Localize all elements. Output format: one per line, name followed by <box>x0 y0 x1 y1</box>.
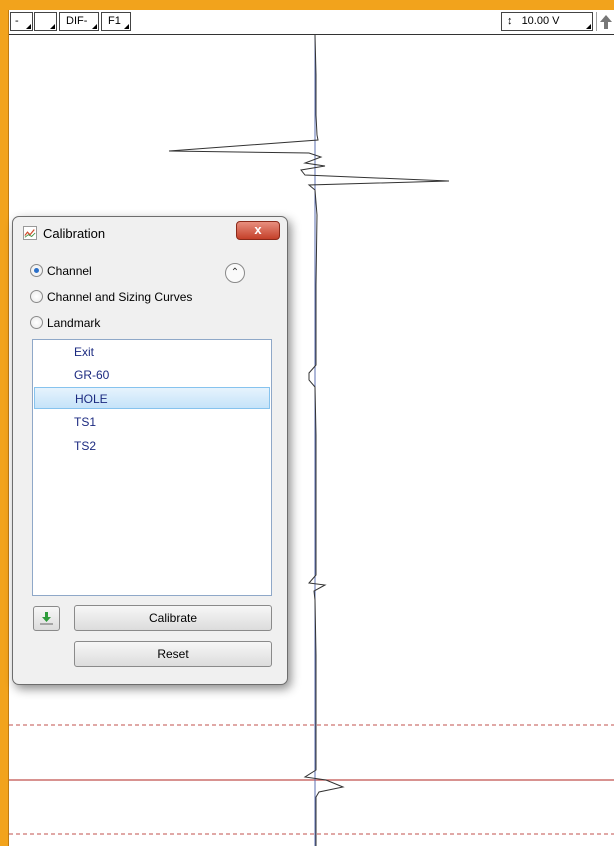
dropdown-corner-icon <box>92 24 97 29</box>
download-button[interactable] <box>33 606 60 631</box>
calibrate-button[interactable]: Calibrate <box>74 605 272 631</box>
chevron-up-icon: ⌃ <box>230 267 240 278</box>
radio-button[interactable] <box>30 316 43 329</box>
list-item-label: TS1 <box>74 415 97 429</box>
vertical-scale-icon: ↕ <box>507 15 513 27</box>
calibration-dialog: Calibration x Channel ⌃ Channel and Sizi… <box>12 216 288 685</box>
dropdown-corner-icon <box>50 24 55 29</box>
channel-list[interactable]: Exit GR-60 HOLE TS1 TS2 <box>32 339 272 596</box>
dropdown-corner-icon <box>26 24 31 29</box>
radio-landmark-label: Landmark <box>47 316 101 330</box>
radio-button-checked[interactable] <box>30 264 43 277</box>
reset-button[interactable]: Reset <box>74 641 272 667</box>
list-item[interactable]: GR-60 <box>33 364 271 386</box>
toolbar-field-4-label: F1 <box>108 15 121 27</box>
dropdown-corner-icon <box>124 24 129 29</box>
download-icon <box>40 612 53 625</box>
toolbar-field-1[interactable]: - <box>10 12 33 31</box>
radio-channel[interactable]: Channel <box>30 262 92 280</box>
radio-landmark[interactable]: Landmark <box>30 314 100 332</box>
calibration-chart-icon <box>23 226 37 240</box>
scale-field[interactable]: ↕ 10.00 V <box>501 12 593 31</box>
collapse-button[interactable]: ⌃ <box>225 263 245 283</box>
close-icon: x <box>254 222 262 237</box>
list-item-label: GR-60 <box>74 368 110 382</box>
toolbar-field-3-label: DIF- <box>66 15 88 27</box>
calibrate-button-label: Calibrate <box>148 611 198 625</box>
list-item[interactable]: TS1 <box>33 411 271 433</box>
reset-button-label: Reset <box>157 647 189 661</box>
list-item-label: TS2 <box>74 439 97 453</box>
toolbar-field-4[interactable]: F1 <box>101 12 131 31</box>
up-arrow-icon[interactable] <box>596 12 614 31</box>
toolbar-field-2[interactable] <box>34 12 57 31</box>
toolbar-field-3[interactable]: DIF- <box>59 12 99 31</box>
radio-button[interactable] <box>30 290 43 303</box>
dropdown-corner-icon <box>586 24 591 29</box>
scale-value: 10.00 V <box>521 15 560 27</box>
close-button[interactable]: x <box>236 221 280 240</box>
window-frame-top <box>8 0 614 10</box>
radio-channel-sizing-label: Channel and Sizing Curves <box>47 290 193 304</box>
trace-toolbar: - DIF- F1 ↕ 10.00 V <box>9 10 614 35</box>
list-item[interactable]: TS2 <box>33 435 271 457</box>
list-item-label: HOLE <box>75 392 108 406</box>
radio-channel-sizing[interactable]: Channel and Sizing Curves <box>30 288 192 306</box>
window-frame-left <box>0 0 8 846</box>
list-item-label: Exit <box>74 345 95 359</box>
dialog-title: Calibration <box>43 226 106 241</box>
list-item[interactable]: Exit <box>33 341 271 363</box>
list-item-selected[interactable]: HOLE <box>34 387 270 409</box>
toolbar-field-1-label: - <box>15 15 19 27</box>
radio-channel-label: Channel <box>47 264 92 278</box>
dialog-titlebar[interactable]: Calibration x <box>13 217 287 249</box>
dialog-body: Channel ⌃ Channel and Sizing Curves Land… <box>20 248 280 678</box>
